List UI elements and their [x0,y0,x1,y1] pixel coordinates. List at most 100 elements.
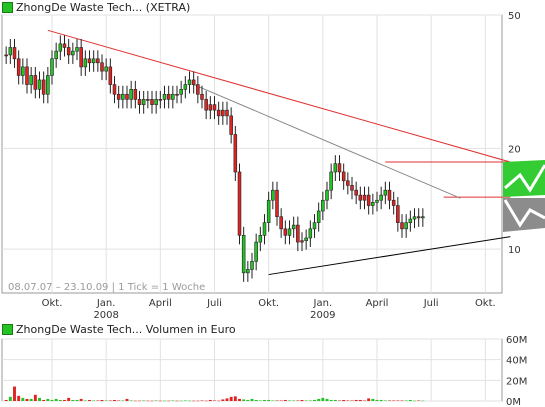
volume-bar [250,398,254,401]
candle-body [21,66,25,76]
volume-bar [58,399,62,401]
candle-body [400,222,404,230]
candle-body [379,194,383,201]
volume-bar [21,397,25,401]
volume-bar [346,400,350,401]
candle-body [87,58,92,64]
candle-body [329,171,333,191]
candle-body [346,180,350,186]
volume-bar [275,400,279,401]
candle-body [337,163,342,173]
x-tick-label: Jan. [96,298,116,309]
candle-body [96,58,100,64]
volume-bar [100,399,104,401]
volume-bar [200,400,204,401]
candle-body [100,62,104,72]
candle-body [287,228,292,236]
volume-bar [33,394,37,401]
volume-bar [113,399,116,401]
volume-bar [421,400,425,402]
volume-bar [271,400,275,401]
volume-bar [208,399,212,401]
volume-bar [375,399,379,401]
candle-body [133,89,138,100]
candle-body [58,43,63,52]
candle-body [158,99,163,101]
volume-bar [54,398,58,401]
y-tick-label: 20 [508,144,521,155]
candle-body [308,228,313,239]
candle-body [229,115,233,135]
candle-body [208,104,213,111]
candle-body [112,84,117,95]
x-tick-label: Okt. [42,298,63,309]
candle-body [29,75,33,85]
volume-bar [242,399,246,401]
volume-bar [304,400,308,401]
candle-body [46,75,50,95]
candle-body [216,109,221,117]
candle-body [358,194,363,201]
volume-bar [225,398,229,401]
x-tick-label: Okt. [258,298,279,309]
candle-body [325,189,329,201]
candle-body [296,224,300,243]
candle-body [187,79,192,85]
volume-bar [296,400,300,401]
volume-bar [404,400,408,401]
volume-bar [221,399,225,401]
candle-body [275,189,279,218]
candle-body [304,237,308,242]
candle-body [396,205,400,223]
volume-bar [213,400,216,401]
volume-bar [158,400,162,402]
candle-body [125,93,129,100]
candle-body [233,134,238,173]
candle-body [341,171,346,182]
candle-body [116,93,121,100]
price-volume-chart: Okt. Jan.2008April Juli Okt. Jan.2009April Ju… [1,11,545,407]
volume-bar [150,400,154,402]
candle-body [175,93,179,96]
volume-bar [63,399,66,401]
candle-body [183,84,188,90]
candle-body [404,222,408,230]
candle-body [150,99,154,105]
candle-body [371,202,375,206]
volume-bar [171,400,175,401]
candle-body [171,93,175,100]
volume-bar [17,395,21,401]
volume-bar [263,399,266,401]
candle-body [121,93,125,100]
volume-bar [4,399,8,401]
volume-bar [96,400,100,401]
volume-bar [146,400,150,402]
candle-body [321,199,325,212]
volume-y-tick-label: 0M [506,397,521,407]
candle-body [4,54,8,57]
candle-body [71,50,75,56]
volume-bar [313,399,316,401]
volume-bar [50,399,54,401]
volume-bar [175,400,179,402]
candle-body [79,47,83,68]
candle-body [279,216,283,230]
candle-body [258,235,263,243]
candle-body [291,224,296,230]
volume-bar [258,400,262,401]
candle-body [66,47,71,56]
volume-bar [117,400,121,401]
candle-body [196,84,200,95]
volume-bar [25,398,29,401]
candle-body [254,241,258,262]
volume-bar [38,397,41,401]
candle-body [350,185,354,191]
candle-body [271,189,275,201]
volume-bar [371,398,375,401]
x-year-label: 2008 [93,310,118,321]
volume-bar [204,400,208,402]
candle-body [166,93,171,100]
x-tick-label: April [366,298,389,309]
volume-bar [396,400,400,401]
candle-body [366,194,371,206]
